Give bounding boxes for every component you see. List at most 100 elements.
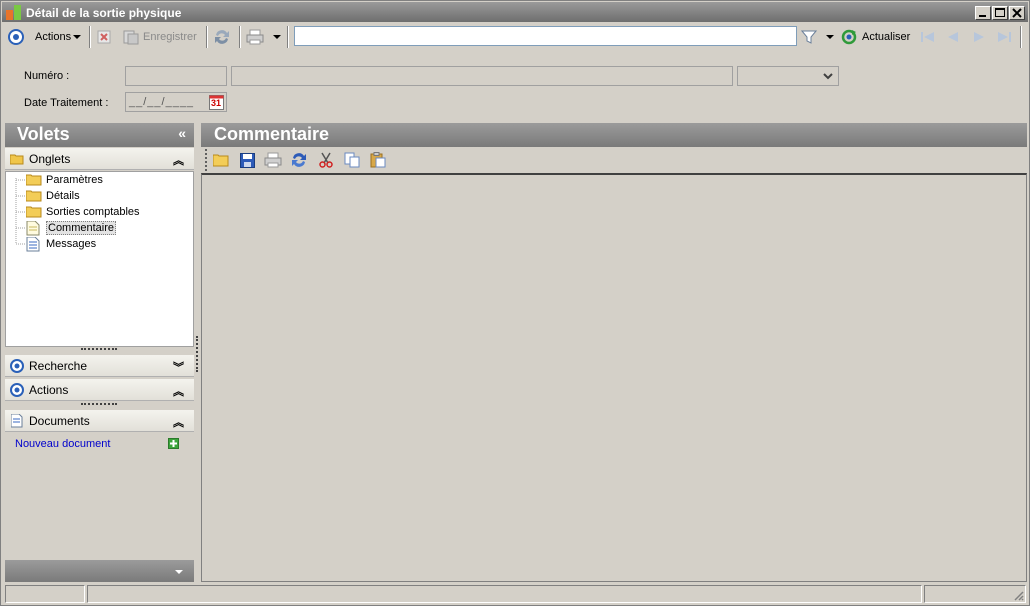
copy-icon bbox=[344, 152, 360, 168]
chevron-up-icon: ︽ bbox=[173, 417, 184, 429]
actions-section-label: Actions bbox=[29, 382, 69, 397]
cut-icon bbox=[319, 152, 333, 168]
tree-item-commentaire[interactable]: Commentaire bbox=[26, 220, 117, 236]
new-document-link[interactable]: Nouveau document bbox=[15, 438, 110, 450]
close-icon bbox=[1012, 8, 1022, 18]
vertical-splitter-grip[interactable] bbox=[196, 336, 199, 372]
toolbar-separator bbox=[89, 26, 91, 48]
filter-icon bbox=[801, 30, 817, 44]
copy-button[interactable] bbox=[343, 151, 361, 169]
document-icon bbox=[26, 221, 40, 236]
numero-label: Numéro : bbox=[24, 70, 70, 82]
folder-icon bbox=[26, 206, 42, 218]
first-record-button[interactable] bbox=[920, 27, 936, 47]
tree-item-parametres[interactable]: Paramètres bbox=[26, 172, 103, 188]
chevron-up-icon: ︽ bbox=[173, 386, 184, 398]
target-circle-icon bbox=[8, 29, 24, 45]
target-circle-icon bbox=[10, 382, 24, 397]
onglets-section-header[interactable]: Onglets ︽ bbox=[5, 148, 194, 170]
toolbar-separator bbox=[239, 26, 241, 48]
minimize-icon bbox=[979, 15, 986, 17]
actions-section-header[interactable]: Actions ︽ bbox=[5, 379, 194, 401]
tree-item-label: Paramètres bbox=[46, 174, 103, 186]
chevron-up-icon: ︽ bbox=[173, 155, 184, 167]
calendar-day: 31 bbox=[211, 98, 222, 108]
last-record-icon bbox=[998, 32, 1011, 42]
documents-section-header[interactable]: Documents ︽ bbox=[5, 410, 194, 432]
toolbar-separator bbox=[206, 26, 208, 48]
target-circle-icon bbox=[10, 358, 24, 373]
save-record-button[interactable]: Enregistrer bbox=[123, 27, 197, 47]
calendar-button[interactable]: 31 bbox=[209, 95, 224, 110]
print-dropdown-button[interactable] bbox=[273, 27, 282, 47]
caret-down-icon bbox=[273, 35, 281, 39]
tree-item-label: Détails bbox=[46, 190, 80, 202]
date-field[interactable]: __/__/____ 31 bbox=[125, 92, 227, 112]
filter-dropdown-button[interactable] bbox=[826, 27, 835, 47]
filter-button[interactable] bbox=[801, 27, 817, 47]
app-icon bbox=[6, 5, 21, 20]
sidebar-footer bbox=[5, 560, 194, 582]
status-bar bbox=[2, 584, 1028, 604]
refresh-button[interactable]: Actualiser bbox=[841, 27, 910, 47]
cut-button[interactable] bbox=[317, 151, 335, 169]
numero-field[interactable] bbox=[125, 66, 227, 86]
recherche-section-label: Recherche bbox=[29, 358, 88, 373]
next-record-icon bbox=[974, 32, 984, 42]
open-folder-icon bbox=[213, 154, 229, 167]
last-record-button[interactable] bbox=[996, 27, 1012, 47]
tree-item-label: Commentaire bbox=[46, 221, 117, 235]
print-button[interactable] bbox=[264, 151, 282, 169]
main-toolbar: Actions Enregistrer Actualiser bbox=[2, 23, 1028, 51]
next-record-button[interactable] bbox=[971, 27, 987, 47]
refresh-label: Actualiser bbox=[862, 31, 911, 43]
open-button[interactable] bbox=[212, 151, 230, 169]
toolbar-separator bbox=[1020, 26, 1022, 48]
delete-button[interactable] bbox=[97, 27, 111, 47]
splitter-grip[interactable] bbox=[81, 403, 117, 406]
refresh-icon bbox=[841, 29, 857, 45]
document-lines-icon bbox=[26, 237, 40, 252]
title-bar: Détail de la sortie physique bbox=[2, 2, 1028, 22]
main-header: Commentaire bbox=[201, 123, 1027, 147]
sync-button[interactable] bbox=[213, 27, 231, 47]
window-title: Détail de la sortie physique bbox=[26, 6, 182, 20]
first-record-icon bbox=[921, 32, 934, 42]
tree-item-sorties-comptables[interactable]: Sorties comptables bbox=[26, 204, 140, 220]
minimize-button[interactable] bbox=[975, 6, 991, 20]
sidebar-collapse-button[interactable]: « bbox=[178, 125, 186, 141]
splitter-grip[interactable] bbox=[81, 348, 117, 351]
actions-menu-button[interactable]: Actions bbox=[35, 27, 82, 47]
status-panel bbox=[87, 585, 922, 603]
previous-record-button[interactable] bbox=[945, 27, 961, 47]
date-label: Date Traitement : bbox=[24, 97, 109, 109]
maximize-button[interactable] bbox=[992, 6, 1008, 20]
print-icon bbox=[246, 29, 264, 45]
print-button[interactable] bbox=[246, 27, 264, 47]
add-icon[interactable] bbox=[168, 438, 179, 449]
caret-down-icon[interactable] bbox=[175, 569, 185, 575]
save-button[interactable] bbox=[238, 151, 256, 169]
tree-item-details[interactable]: Détails bbox=[26, 188, 80, 204]
resize-grip-icon[interactable] bbox=[1012, 589, 1024, 601]
actions-menu-icon-button[interactable] bbox=[8, 27, 24, 47]
chevron-down-icon bbox=[823, 73, 833, 80]
numero-description-field[interactable] bbox=[231, 66, 733, 86]
recherche-section-header[interactable]: Recherche ︾ bbox=[5, 355, 194, 377]
caret-down-icon bbox=[826, 35, 834, 39]
onglets-section-label: Onglets bbox=[29, 151, 71, 166]
sidebar-title: Volets bbox=[17, 124, 70, 144]
tree-item-messages[interactable]: Messages bbox=[26, 236, 96, 252]
paste-button[interactable] bbox=[369, 151, 387, 169]
comment-editor[interactable] bbox=[201, 173, 1027, 582]
search-input[interactable] bbox=[294, 26, 797, 46]
close-button[interactable] bbox=[1009, 6, 1025, 20]
paste-icon bbox=[370, 152, 386, 168]
refresh-content-button[interactable] bbox=[290, 151, 308, 169]
save-record-label: Enregistrer bbox=[143, 31, 197, 43]
sidebar-header: Volets « bbox=[5, 123, 194, 147]
numero-select[interactable] bbox=[737, 66, 839, 86]
document-icon bbox=[11, 413, 23, 427]
folder-icon bbox=[26, 174, 42, 186]
toolbar-grip bbox=[205, 149, 207, 171]
